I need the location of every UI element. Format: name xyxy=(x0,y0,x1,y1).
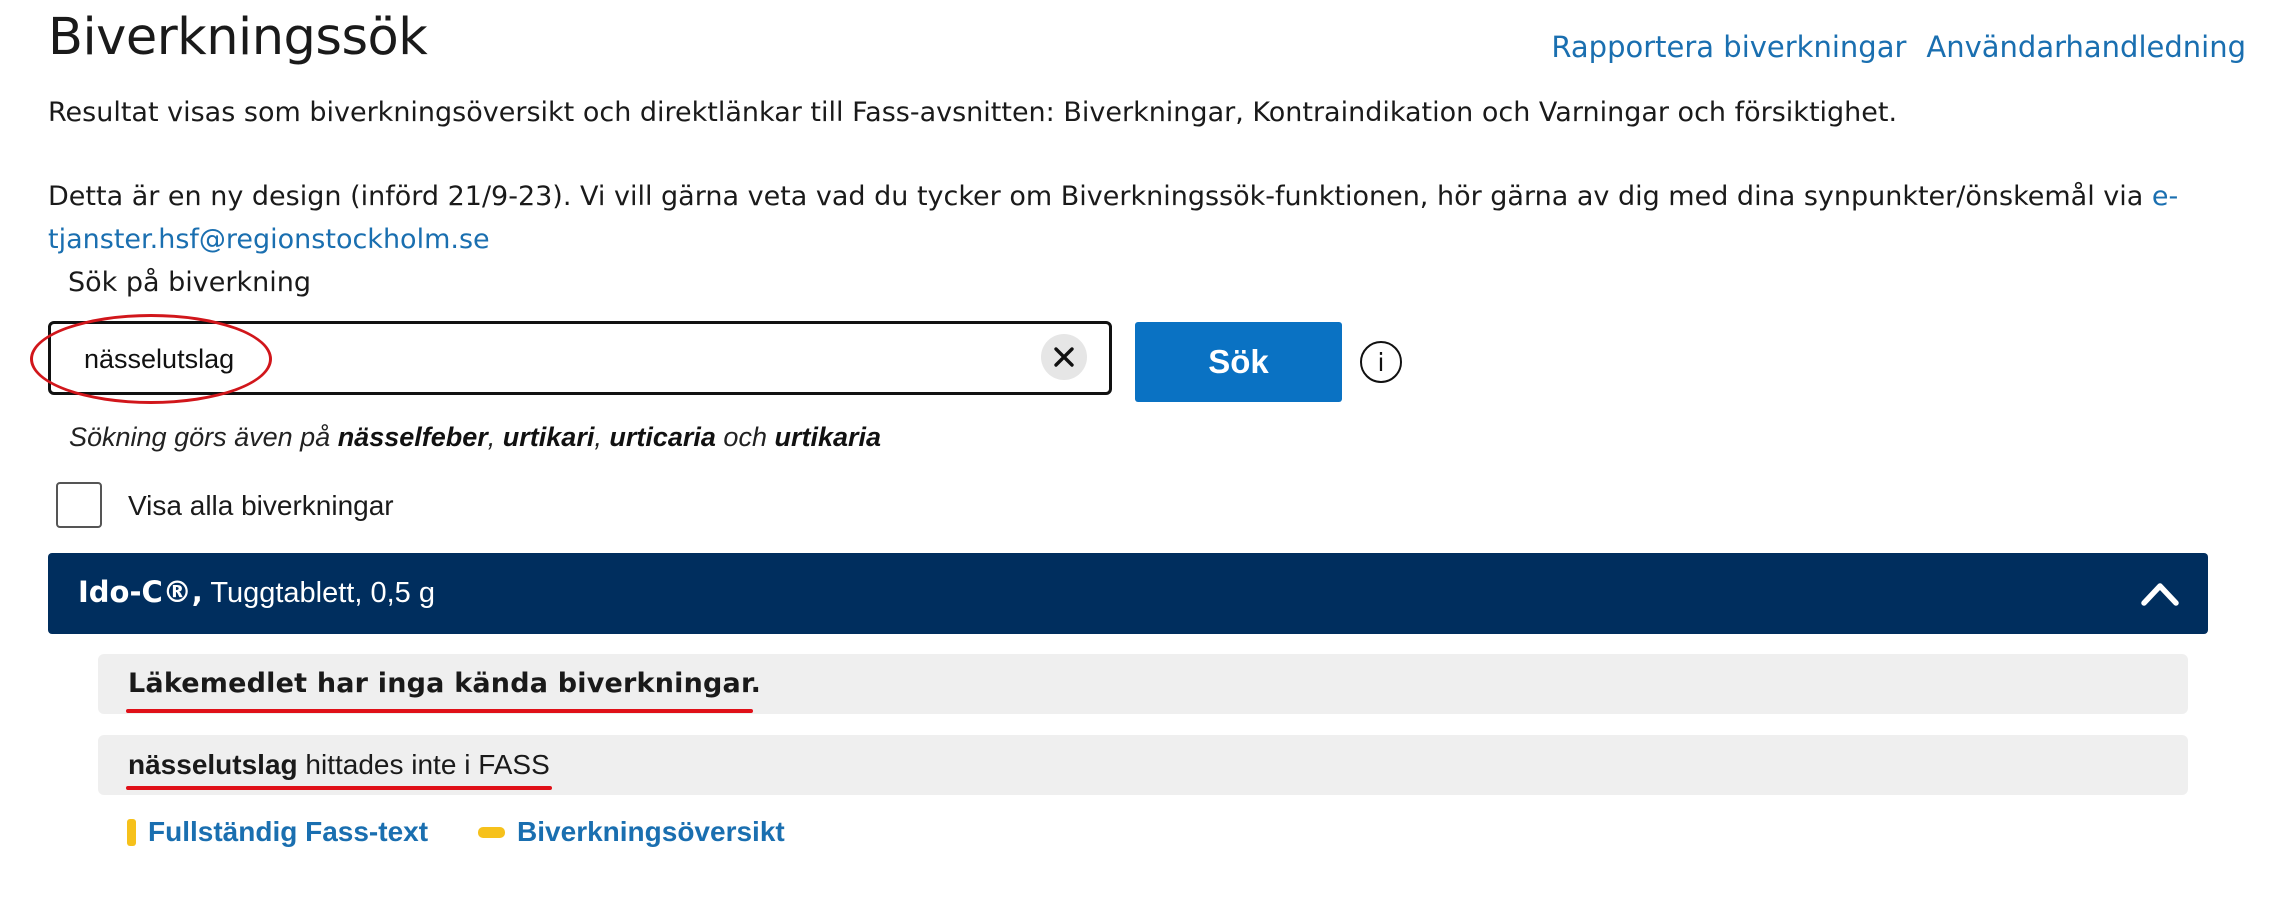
hint-term: nässelfeber xyxy=(337,422,488,452)
page-title: Biverkningssök xyxy=(48,8,428,67)
chevron-up-icon[interactable] xyxy=(2140,577,2180,609)
product-brand: Ido-C®, xyxy=(78,575,203,609)
full-fass-text-label: Fullständig Fass-text xyxy=(148,816,429,847)
user-guide-link[interactable]: Användarhandledning xyxy=(1926,30,2246,64)
no-side-effects-text: Läkemedlet har inga kända biverkningar. xyxy=(128,668,762,699)
hint-term: urticaria xyxy=(609,422,716,452)
hint-separator: , xyxy=(487,422,503,452)
annotation-underline xyxy=(126,709,753,713)
clear-search-button[interactable] xyxy=(1041,334,1087,380)
no-side-effects-message: Läkemedlet har inga kända biverkningar. xyxy=(98,654,2188,714)
close-icon xyxy=(1054,347,1074,367)
search-label: Sök på biverkning xyxy=(68,267,311,298)
full-fass-text-link[interactable]: Fullständig Fass-text xyxy=(127,816,428,848)
search-hint: Sökning görs även på nässelfeber, urtika… xyxy=(69,422,881,453)
report-side-effects-link[interactable]: Rapportera biverkningar xyxy=(1551,30,1906,64)
not-found-suffix: hittades inte i FASS xyxy=(297,749,550,780)
show-all-checkbox[interactable] xyxy=(56,482,102,528)
hint-term: urtikari xyxy=(502,422,595,452)
product-detail: Tuggtablett, 0,5 g xyxy=(202,577,435,609)
search-button[interactable]: Sök xyxy=(1135,322,1342,402)
hint-and: och xyxy=(715,422,775,452)
product-name: Ido-C®, Tuggtablett, 0,5 g xyxy=(78,575,435,610)
search-input[interactable] xyxy=(84,340,984,378)
horizontal-marker-icon xyxy=(478,826,506,838)
side-effects-overview-label: Biverkningsöversikt xyxy=(517,816,785,847)
info-icon[interactable]: i xyxy=(1360,341,1402,383)
header-links: Rapportera biverkningar Användarhandledn… xyxy=(1551,30,2246,64)
show-all-label[interactable]: Visa alla biverkningar xyxy=(128,490,394,522)
intro-line-1: Resultat visas som biverkningsöversikt o… xyxy=(48,97,1898,128)
hint-prefix: Sökning görs även på xyxy=(69,422,338,452)
search-field[interactable] xyxy=(48,321,1112,395)
product-accordion-header[interactable]: Ido-C®, Tuggtablett, 0,5 g xyxy=(48,553,2208,634)
hint-separator: , xyxy=(594,422,610,452)
hint-term: urtikaria xyxy=(774,422,882,452)
intro-line-2: Detta är en ny design (införd 21/9-23). … xyxy=(48,175,2198,261)
result-links: Fullständig Fass-text Biverkningsöversik… xyxy=(127,816,785,848)
intro-text: Resultat visas som biverkningsöversikt o… xyxy=(48,91,2198,261)
not-found-text: nässelutslag hittades inte i FASS xyxy=(128,749,550,781)
not-found-term: nässelutslag xyxy=(128,749,298,780)
side-effects-overview-link[interactable]: Biverkningsöversikt xyxy=(428,816,785,848)
annotation-underline xyxy=(126,786,552,790)
intro-feedback-text: Detta är en ny design (införd 21/9-23). … xyxy=(48,181,2152,212)
vertical-marker-icon xyxy=(127,818,136,846)
